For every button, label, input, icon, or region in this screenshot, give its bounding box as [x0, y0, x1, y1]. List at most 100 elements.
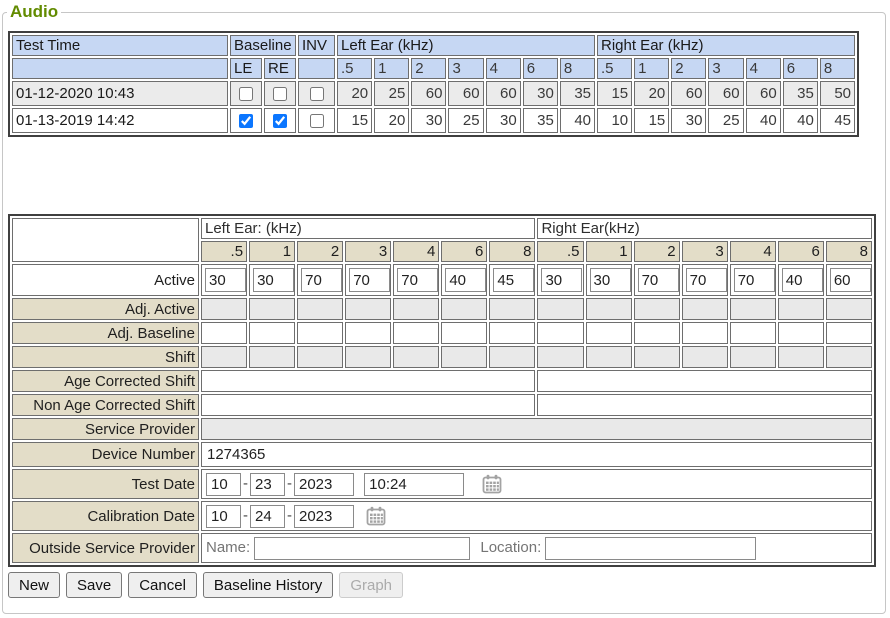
- active-right-input[interactable]: [782, 268, 823, 292]
- freq-header: .5: [201, 241, 247, 262]
- cancel-button[interactable]: Cancel: [128, 572, 197, 598]
- freq-header: 6: [441, 241, 487, 262]
- freq-header: .5: [597, 58, 632, 79]
- freq-header: 1: [374, 58, 409, 79]
- shift-cell: [297, 346, 343, 368]
- row-label-outside-service-provider: Outside Service Provider: [12, 533, 199, 563]
- active-right-input[interactable]: [734, 268, 775, 292]
- header-spacer: [12, 58, 228, 79]
- adj-active-cell: [441, 298, 487, 320]
- adj-active-cell: [778, 298, 824, 320]
- adj-active-cell: [201, 298, 247, 320]
- col-header-inv: INV: [298, 35, 335, 56]
- freq-header: 4: [730, 241, 776, 262]
- adj-baseline-cell: [297, 322, 343, 344]
- baseline-re-checkbox[interactable]: [273, 87, 287, 101]
- col-header-left-ear: Left Ear (kHz): [337, 35, 595, 56]
- adj-baseline-cell: [393, 322, 439, 344]
- row-label-device-number: Device Number: [12, 442, 199, 467]
- inv-checkbox[interactable]: [310, 114, 324, 128]
- freq-header: 4: [746, 58, 781, 79]
- non-age-corrected-shift-right-cell: [537, 394, 872, 416]
- freq-header: 2: [634, 241, 680, 262]
- threshold-cell: 20: [374, 108, 409, 133]
- baseline-history-button[interactable]: Baseline History: [203, 572, 333, 598]
- test-time-cell: 01-12-2020 10:43: [12, 81, 228, 106]
- audio-entry-form-table: Left Ear: (kHz) Right Ear(kHz) .5 1 2 3 …: [8, 214, 876, 567]
- test-date-day-input[interactable]: [250, 473, 285, 496]
- baseline-le-checkbox[interactable]: [239, 87, 253, 101]
- active-left-input[interactable]: [301, 268, 342, 292]
- inv-checkbox[interactable]: [310, 87, 324, 101]
- baseline-re-checkbox[interactable]: [273, 114, 287, 128]
- freq-header: 3: [448, 58, 483, 79]
- adj-baseline-cell: [778, 322, 824, 344]
- baseline-le-checkbox[interactable]: [239, 114, 253, 128]
- outside-provider-name-input[interactable]: [254, 537, 470, 560]
- active-right-input[interactable]: [686, 268, 727, 292]
- adj-baseline-cell: [537, 322, 583, 344]
- active-left-input[interactable]: [205, 268, 246, 292]
- new-button[interactable]: New: [8, 572, 60, 598]
- threshold-cell: 15: [337, 108, 372, 133]
- active-right-input[interactable]: [830, 268, 871, 292]
- adj-active-cell: [297, 298, 343, 320]
- adj-active-cell: [634, 298, 680, 320]
- freq-header: 2: [671, 58, 706, 79]
- test-date-month-input[interactable]: [206, 473, 241, 496]
- active-right-input[interactable]: [590, 268, 631, 292]
- calibration-date-month-input[interactable]: [206, 505, 241, 528]
- freq-header: 8: [489, 241, 535, 262]
- service-provider-cell: [201, 418, 872, 440]
- adj-baseline-cell: [826, 322, 872, 344]
- threshold-cell: 30: [411, 108, 446, 133]
- outside-provider-location-label: Location:: [480, 539, 541, 556]
- active-left-input[interactable]: [349, 268, 390, 292]
- date-separator: -: [287, 507, 292, 524]
- active-right-input[interactable]: [541, 268, 582, 292]
- calendar-icon[interactable]: [482, 474, 502, 494]
- adj-baseline-cell: [249, 322, 295, 344]
- threshold-cell: 60: [448, 81, 483, 106]
- save-button[interactable]: Save: [66, 572, 122, 598]
- threshold-cell: 35: [523, 108, 558, 133]
- header-spacer: [298, 58, 335, 79]
- threshold-cell: 25: [708, 108, 743, 133]
- threshold-cell: 25: [374, 81, 409, 106]
- col-header-right-ear: Right Ear (kHz): [597, 35, 855, 56]
- active-left-input[interactable]: [493, 268, 534, 292]
- threshold-cell: 30: [523, 81, 558, 106]
- calibration-date-year-input[interactable]: [294, 505, 354, 528]
- shift-cell: [826, 346, 872, 368]
- age-corrected-shift-left-cell: [201, 370, 535, 392]
- calibration-date-day-input[interactable]: [250, 505, 285, 528]
- shift-cell: [586, 346, 632, 368]
- shift-cell: [778, 346, 824, 368]
- row-label-adj-baseline: Adj. Baseline: [12, 322, 199, 344]
- graph-button: Graph: [339, 572, 403, 598]
- header-spacer: [12, 218, 199, 262]
- test-time-cell: 01-13-2019 14:42: [12, 108, 228, 133]
- active-left-input[interactable]: [445, 268, 486, 292]
- test-date-year-input[interactable]: [294, 473, 354, 496]
- active-left-input[interactable]: [253, 268, 294, 292]
- threshold-cell: 40: [783, 108, 818, 133]
- row-label-calibration-date: Calibration Date: [12, 501, 199, 531]
- calendar-icon[interactable]: [366, 506, 386, 526]
- threshold-cell: 45: [820, 108, 855, 133]
- row-label-age-corrected-shift: Age Corrected Shift: [12, 370, 199, 392]
- shift-cell: [489, 346, 535, 368]
- shift-cell: [441, 346, 487, 368]
- outside-provider-location-input[interactable]: [545, 537, 756, 560]
- threshold-cell: 60: [486, 81, 521, 106]
- adj-baseline-cell: [730, 322, 776, 344]
- shift-cell: [201, 346, 247, 368]
- active-right-input[interactable]: [638, 268, 679, 292]
- active-left-input[interactable]: [397, 268, 438, 292]
- test-time-input[interactable]: [364, 473, 464, 496]
- col-header-le: LE: [230, 58, 262, 79]
- freq-header: 2: [297, 241, 343, 262]
- date-separator: -: [243, 475, 248, 492]
- row-label-test-date: Test Date: [12, 469, 199, 499]
- threshold-cell: 60: [708, 81, 743, 106]
